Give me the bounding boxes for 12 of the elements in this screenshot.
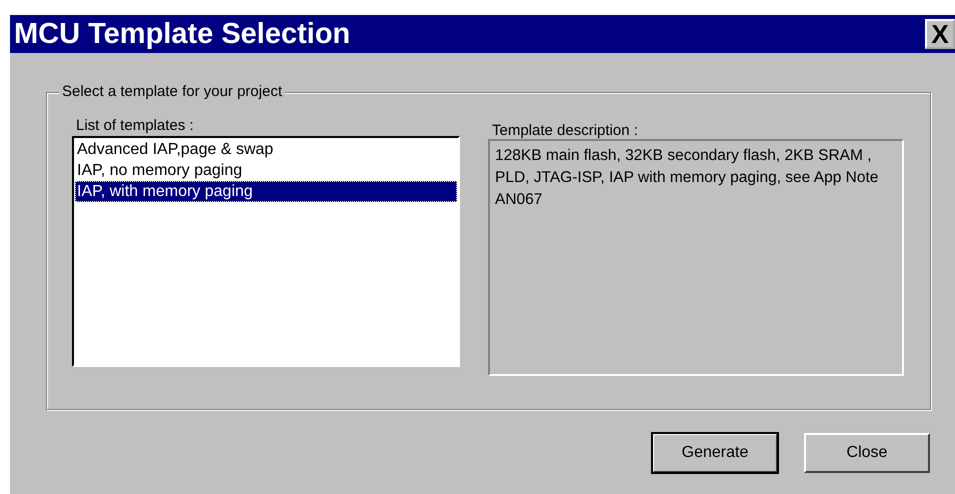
dialog-button[interactable]: Close [804, 433, 930, 473]
template-list[interactable]: Advanced IAP,page & swap IAP, no memory paging IAP, with memory paging [72, 136, 460, 367]
list-item[interactable]: Advanced IAP,page & swap [75, 139, 457, 160]
description-label: Template description : [492, 122, 639, 136]
list-item[interactable]: IAP, no memory paging [75, 160, 457, 181]
list-item[interactable]: IAP, with memory paging [75, 181, 457, 202]
group-legend: Select a template for your project [59, 83, 286, 100]
description-text: 128KB main flash, 32KB secondary flash, 2KB SRAM , PLD, JTAG-ISP, IAP with memory paging, see App Note AN067 [495, 146, 880, 210]
list-label: List of templates : [76, 117, 195, 136]
window-close-button[interactable]: X [925, 19, 955, 49]
dialog-button[interactable]: Generate [652, 433, 778, 473]
window-title: MCU Template Selection [14, 18, 350, 50]
